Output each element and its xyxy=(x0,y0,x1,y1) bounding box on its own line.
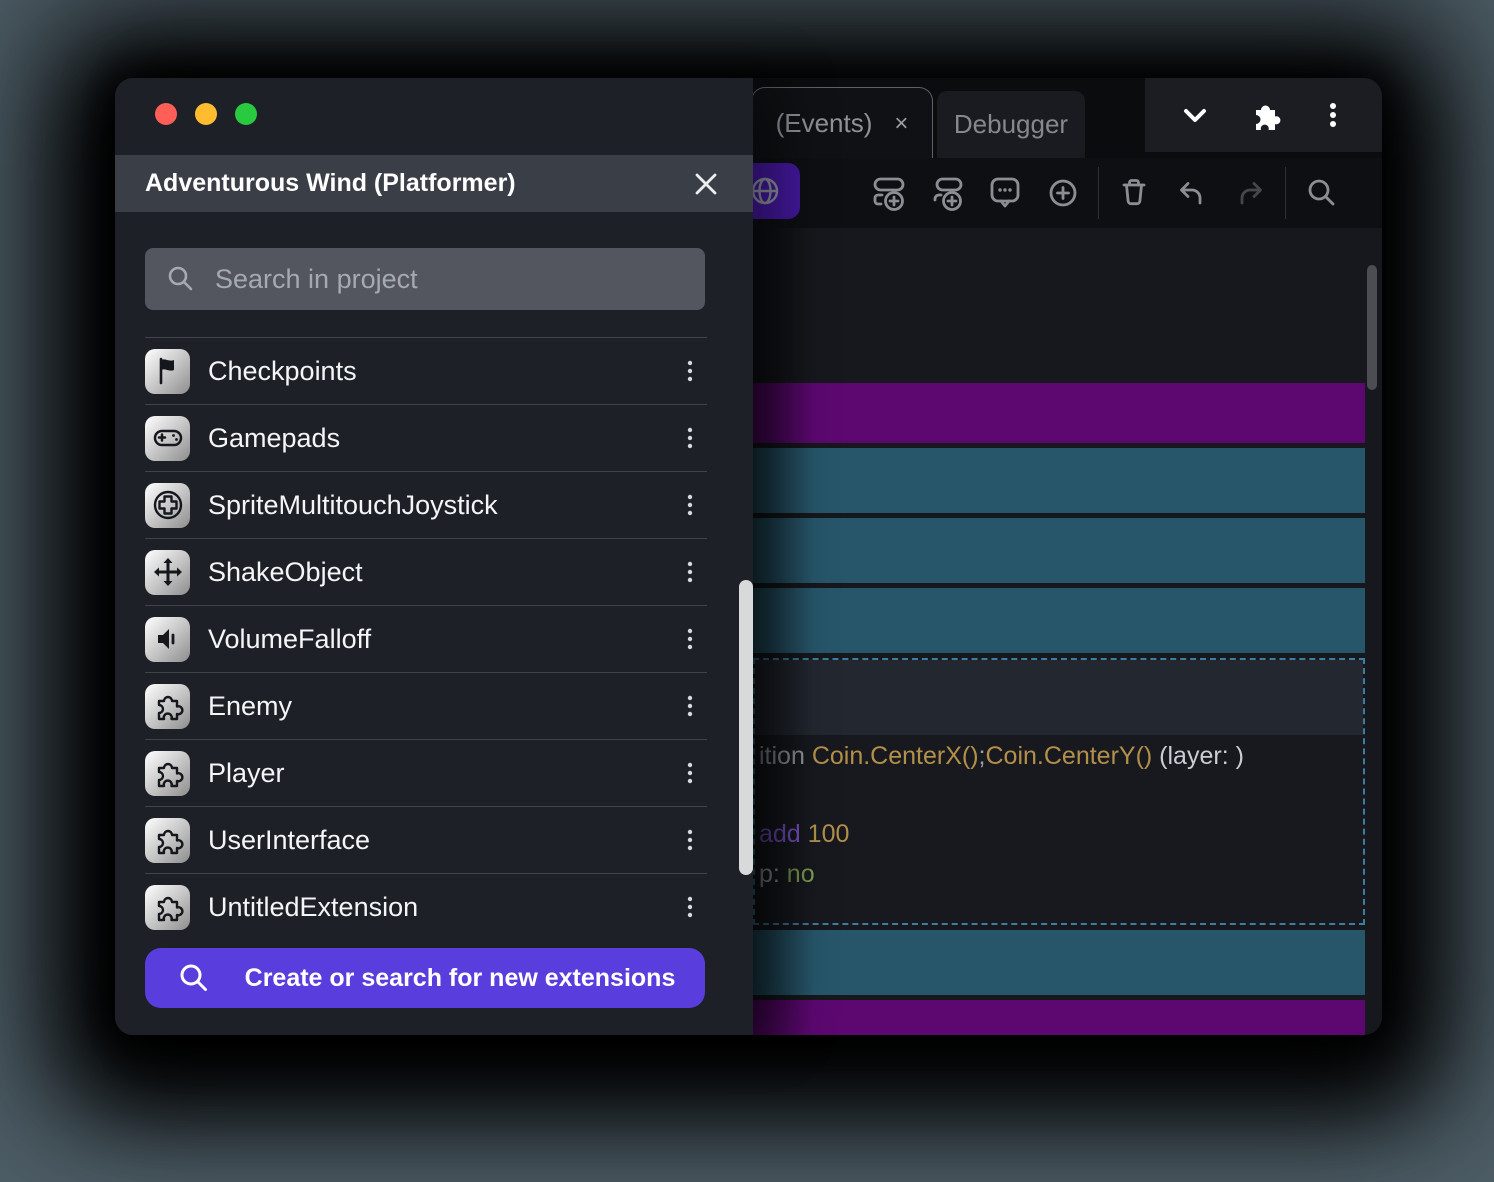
selected-event[interactable]: ition Coin.CenterX();Coin.CenterY() (lay… xyxy=(753,658,1365,925)
event-action-text: ition Coin.CenterX();Coin.CenterY() (lay… xyxy=(759,742,1244,771)
puzzle-icon xyxy=(145,818,190,863)
puzzle-icon xyxy=(145,684,190,729)
tab-debugger-label: Debugger xyxy=(954,109,1068,140)
gamepad-icon xyxy=(145,416,190,461)
search-input[interactable] xyxy=(213,263,687,296)
event-row[interactable] xyxy=(753,1000,1365,1035)
add-subevent-button[interactable] xyxy=(918,158,976,228)
move-arrows-icon xyxy=(145,550,190,595)
item-menu-button[interactable] xyxy=(677,425,703,451)
undo-button[interactable] xyxy=(1163,158,1221,228)
tab-debugger[interactable]: Debugger xyxy=(937,91,1085,158)
search-box[interactable] xyxy=(145,248,705,310)
extension-name: UserInterface xyxy=(208,825,370,856)
puzzle-icon xyxy=(145,751,190,796)
delete-button[interactable] xyxy=(1105,158,1163,228)
extension-name: Gamepads xyxy=(208,423,340,454)
toolbar-divider xyxy=(1098,167,1099,219)
event-action-text: add 100 xyxy=(759,820,849,849)
list-item[interactable]: VolumeFalloff xyxy=(145,606,707,673)
flag-icon xyxy=(145,349,190,394)
extensions-list: Checkpoints Gamepads SpriteMultitouchJoyst… xyxy=(145,337,707,940)
joystick-icon xyxy=(145,483,190,528)
event-rows: ition Coin.CenterX();Coin.CenterY() (lay… xyxy=(753,383,1365,1035)
list-item[interactable]: Gamepads xyxy=(145,405,707,472)
close-tab-icon[interactable]: × xyxy=(894,112,908,136)
item-menu-button[interactable] xyxy=(677,559,703,585)
tab-events-label: (Events) xyxy=(776,108,873,139)
create-extension-label: Create or search for new extensions xyxy=(245,964,676,993)
item-menu-button[interactable] xyxy=(677,894,703,920)
add-circle-button[interactable] xyxy=(1034,158,1092,228)
event-condition-area[interactable] xyxy=(755,660,1363,735)
drawer-title: Adventurous Wind (Platformer) xyxy=(145,169,516,198)
extensions-puzzle-icon[interactable] xyxy=(1245,95,1285,135)
events-scrollbar[interactable] xyxy=(1367,265,1377,390)
traffic-lights xyxy=(155,103,257,125)
volume-icon xyxy=(145,617,190,662)
add-comment-button[interactable] xyxy=(976,158,1034,228)
list-item[interactable]: Enemy xyxy=(145,673,707,740)
extension-name: VolumeFalloff xyxy=(208,624,371,655)
puzzle-icon xyxy=(145,885,190,930)
redo-button[interactable] xyxy=(1221,158,1279,228)
extension-name: ShakeObject xyxy=(208,557,363,588)
drawer-header: Adventurous Wind (Platformer) xyxy=(115,155,753,212)
event-row[interactable] xyxy=(753,518,1365,583)
delete-icon xyxy=(1112,171,1156,215)
search-button[interactable] xyxy=(1292,158,1350,228)
item-menu-button[interactable] xyxy=(677,693,703,719)
search-icon xyxy=(175,960,211,996)
editor-window: (Events) × Debugger ition Coin.CenterX()… xyxy=(115,78,1382,1035)
close-icon[interactable] xyxy=(691,169,721,199)
list-item[interactable]: Checkpoints xyxy=(145,338,707,405)
chevron-down-icon[interactable] xyxy=(1177,97,1213,133)
search-icon xyxy=(163,262,197,296)
zoom-window-button[interactable] xyxy=(235,103,257,125)
extension-name: SpriteMultitouchJoystick xyxy=(208,490,498,521)
event-row[interactable] xyxy=(753,930,1365,995)
undo-icon xyxy=(1170,171,1214,215)
create-extension-button[interactable]: Create or search for new extensions xyxy=(145,948,705,1008)
list-item[interactable]: SpriteMultitouchJoystick xyxy=(145,472,707,539)
item-menu-button[interactable] xyxy=(677,827,703,853)
redo-icon xyxy=(1228,171,1272,215)
extension-name: UntitledExtension xyxy=(208,892,418,923)
toolbar-divider xyxy=(1285,167,1286,219)
extension-name: Player xyxy=(208,758,285,789)
item-menu-button[interactable] xyxy=(677,358,703,384)
search-icon xyxy=(1301,173,1341,213)
extensions-drawer: Adventurous Wind (Platformer) Checkpoint… xyxy=(115,78,753,1035)
list-item[interactable]: UntitledExtension xyxy=(145,874,707,940)
add-circle-icon xyxy=(1041,171,1085,215)
drawer-scrollbar[interactable] xyxy=(739,580,753,875)
extension-name: Checkpoints xyxy=(208,356,357,387)
item-menu-button[interactable] xyxy=(677,492,703,518)
add-event-button[interactable] xyxy=(860,158,918,228)
event-action-text: p: no xyxy=(759,860,815,889)
list-item[interactable]: ShakeObject xyxy=(145,539,707,606)
add-comment-icon xyxy=(983,171,1027,215)
list-item[interactable]: Player xyxy=(145,740,707,807)
item-menu-button[interactable] xyxy=(677,626,703,652)
event-row[interactable] xyxy=(753,448,1365,513)
kebab-menu-icon[interactable] xyxy=(1316,98,1350,132)
list-item[interactable]: UserInterface xyxy=(145,807,707,874)
add-subevent-icon xyxy=(925,171,969,215)
toolbar-buttons xyxy=(860,158,1350,228)
add-event-icon xyxy=(867,171,911,215)
item-menu-button[interactable] xyxy=(677,760,703,786)
event-row[interactable] xyxy=(753,588,1365,653)
minimize-window-button[interactable] xyxy=(195,103,217,125)
event-row[interactable] xyxy=(753,383,1365,443)
tab-events[interactable]: (Events) × xyxy=(751,87,933,159)
extension-name: Enemy xyxy=(208,691,292,722)
close-window-button[interactable] xyxy=(155,103,177,125)
window-actions xyxy=(1145,78,1382,152)
